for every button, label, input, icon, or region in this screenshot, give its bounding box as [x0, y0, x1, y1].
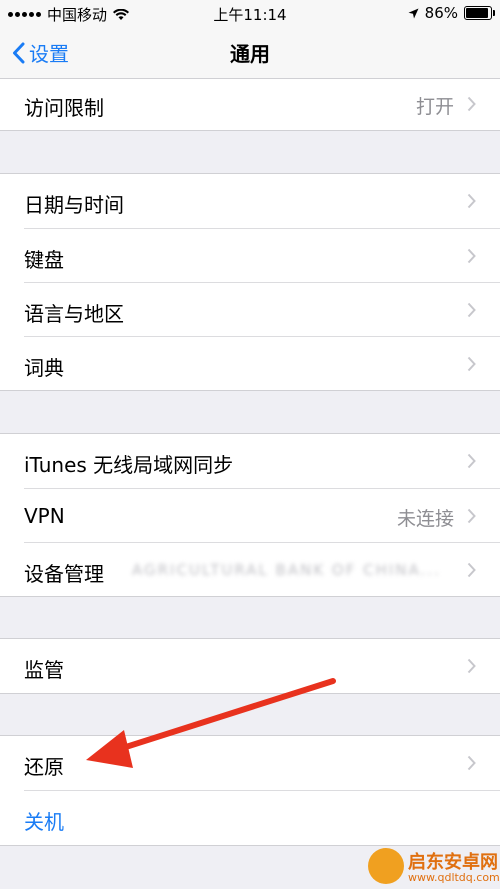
page-title: 通用 [230, 42, 270, 66]
divider [0, 596, 500, 597]
chevron-right-icon [467, 302, 476, 318]
cell-label: 语言与地区 [24, 302, 124, 326]
chevron-right-icon [467, 562, 476, 578]
chevron-right-icon [467, 248, 476, 264]
chevron-right-icon [467, 658, 476, 674]
cell-language-region[interactable]: 语言与地区 [0, 283, 500, 337]
cell-value: 打开 [415, 96, 454, 118]
group-supervision: 监管 [0, 639, 500, 693]
cell-itunes-sync[interactable]: iTunes 无线局域网同步 [0, 434, 500, 488]
blurred-profile-name: AGRICULTURAL BANK OF CHINA... [132, 561, 441, 579]
cell-label: 词典 [24, 356, 64, 380]
group-reset: 还原 关机 [0, 736, 500, 845]
cell-label: 访问限制 [24, 96, 104, 120]
chevron-right-icon [467, 356, 476, 372]
divider [0, 693, 500, 694]
cell-label: VPN [24, 504, 65, 528]
cell-device-management[interactable]: 设备管理 AGRICULTURAL BANK OF CHINA... [0, 543, 500, 597]
cell-vpn[interactable]: VPN 未连接 [0, 489, 500, 543]
chevron-right-icon [467, 755, 476, 771]
cell-value: 未连接 [396, 508, 454, 530]
cell-label: 关机 [24, 810, 64, 834]
cell-label: 监管 [24, 658, 64, 682]
cell-keyboard[interactable]: 键盘 [0, 229, 500, 283]
cell-label: 还原 [24, 755, 64, 779]
chevron-right-icon [467, 453, 476, 469]
group-network: iTunes 无线局域网同步 VPN 未连接 设备管理 AGRICULTURAL… [0, 434, 500, 596]
divider [0, 845, 500, 846]
cell-supervision[interactable]: 监管 [0, 639, 500, 693]
chevron-right-icon [467, 508, 476, 524]
shutdown-button[interactable]: 关机 [0, 791, 500, 845]
group-restrictions: 访问限制 打开 [0, 79, 500, 130]
chevron-right-icon [467, 193, 476, 209]
location-icon [408, 8, 419, 18]
group-general: 日期与时间 键盘 语言与地区 词典 [0, 174, 500, 390]
cell-reset[interactable]: 还原 [0, 736, 500, 790]
chevron-right-icon [467, 96, 476, 112]
cell-label: 键盘 [24, 248, 64, 272]
status-right: 86% [408, 4, 495, 22]
cell-dictionary[interactable]: 词典 [0, 337, 500, 391]
navigation-bar: 设置 通用 [0, 26, 500, 79]
battery-percent: 86% [424, 4, 458, 22]
divider [0, 390, 500, 391]
watermark-logo-icon [368, 848, 404, 884]
watermark: 启东安卓网 www.qdltdq.com [368, 848, 500, 888]
cell-label: 日期与时间 [24, 193, 124, 217]
divider [0, 130, 500, 131]
battery-icon [464, 6, 495, 20]
cell-label: iTunes 无线局域网同步 [24, 453, 234, 477]
cell-label: 设备管理 [24, 562, 104, 586]
cell-restrictions[interactable]: 访问限制 打开 [0, 79, 500, 130]
cell-date-time[interactable]: 日期与时间 [0, 174, 500, 228]
status-bar: 中国移动 上午11:14 86% [0, 0, 500, 26]
watermark-url: www.qdltdq.com [408, 871, 500, 884]
